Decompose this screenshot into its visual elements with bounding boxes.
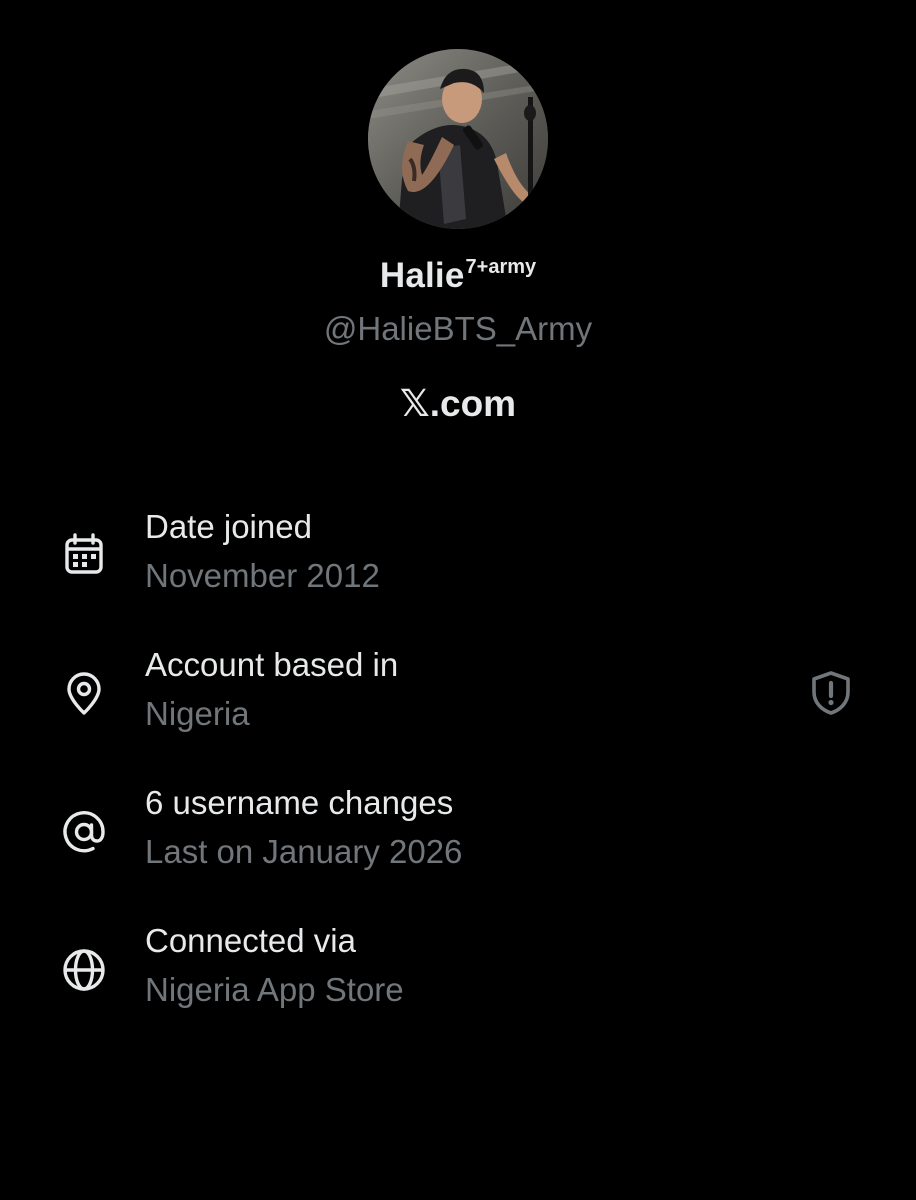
globe-icon (58, 944, 110, 996)
info-subtitle: Nigeria (145, 695, 250, 732)
info-subtitle: Nigeria App Store (145, 971, 404, 1008)
avatar-photo (368, 49, 548, 229)
display-name: Halie7+army (0, 256, 916, 296)
info-row-username-changes: 6 username changes Last on January 2026 (0, 776, 916, 886)
avatar[interactable] (368, 49, 548, 229)
calendar-icon (58, 530, 110, 582)
info-title: Connected via (145, 922, 356, 959)
info-title: Date joined (145, 508, 312, 545)
info-title: 6 username changes (145, 784, 454, 821)
info-title: Account based in (145, 646, 399, 683)
info-row-connected-via: Connected via Nigeria App Store (0, 914, 916, 1024)
info-subtitle: November 2012 (145, 557, 380, 594)
display-name-suffix: 7+army (465, 256, 537, 278)
profile-header: Halie7+army @HalieBTS_Army 𝕏.com (0, 0, 916, 440)
info-subtitle: Last on January 2026 (145, 833, 463, 870)
at-sign-icon (58, 806, 110, 858)
info-row-account-based-in: Account based in Nigeria (0, 638, 916, 748)
info-row-date-joined: Date joined November 2012 (0, 500, 916, 610)
location-pin-icon (58, 668, 110, 720)
shield-alert-icon[interactable] (806, 668, 856, 718)
site-label: 𝕏.com (399, 383, 517, 424)
display-name-text: Halie (379, 256, 465, 295)
username-handle: @HalieBTS_Army (323, 310, 593, 347)
